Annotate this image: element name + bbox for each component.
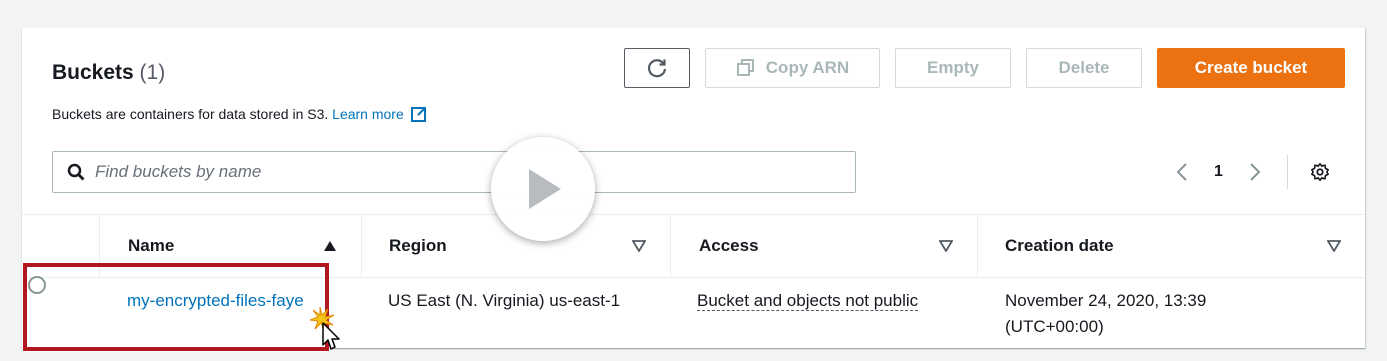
empty-button[interactable]: Empty — [895, 48, 1011, 88]
refresh-icon — [647, 59, 667, 78]
column-region-label: Region — [389, 236, 447, 255]
header-description: Buckets are containers for data stored i… — [52, 105, 428, 123]
learn-more-label: Learn more — [332, 106, 404, 122]
sort-ascending-icon — [324, 241, 336, 251]
search-box — [52, 151, 856, 193]
title-text: Buckets — [52, 61, 134, 84]
copy-icon — [736, 59, 754, 76]
empty-label: Empty — [927, 58, 979, 77]
bucket-count: (1) — [139, 61, 166, 84]
copy-arn-button[interactable]: Copy ARN — [705, 48, 880, 88]
highlight-box — [23, 263, 329, 351]
play-button[interactable] — [491, 137, 595, 241]
description-text: Buckets are containers for data stored i… — [52, 106, 329, 122]
delete-label: Delete — [1058, 58, 1110, 77]
access-text: Bucket and objects not public — [697, 291, 919, 311]
learn-more-link[interactable]: Learn more — [332, 106, 428, 122]
sort-down-icon — [1327, 240, 1341, 252]
copy-arn-label: Copy ARN — [765, 58, 850, 77]
current-page[interactable]: 1 — [1214, 163, 1223, 181]
external-link-icon — [410, 107, 426, 122]
search-input[interactable] — [95, 153, 855, 191]
search-icon — [67, 163, 85, 181]
create-bucket-button[interactable]: Create bucket — [1157, 48, 1345, 88]
sort-down-icon — [632, 240, 646, 252]
column-access-label: Access — [699, 236, 759, 255]
chevron-left-icon — [1176, 163, 1187, 181]
delete-button[interactable]: Delete — [1026, 48, 1142, 88]
refresh-button[interactable] — [624, 48, 690, 88]
bucket-creation-date: November 24, 2020, 13:39 (UTC+00:00) — [1005, 291, 1207, 336]
next-page-button[interactable] — [1245, 160, 1265, 184]
pagination: 1 — [1172, 155, 1330, 189]
column-header-access[interactable]: Access — [670, 215, 977, 277]
chevron-right-icon — [1250, 163, 1261, 181]
column-header-creation-date[interactable]: Creation date — [977, 215, 1365, 277]
settings-button[interactable] — [1310, 160, 1330, 184]
bucket-region: US East (N. Virginia) us-east-1 — [388, 291, 621, 310]
column-name-label: Name — [128, 236, 175, 255]
create-bucket-label: Create bucket — [1194, 58, 1308, 77]
column-date-label: Creation date — [1005, 236, 1114, 255]
click-burst-cursor-icon — [310, 306, 340, 350]
pager-divider — [1286, 155, 1288, 189]
sort-down-icon — [939, 240, 953, 252]
bucket-access: Bucket and objects not public — [697, 288, 957, 314]
gear-icon — [1310, 163, 1329, 181]
page-title: Buckets (1) — [52, 61, 165, 85]
previous-page-button[interactable] — [1172, 160, 1192, 184]
play-icon — [529, 169, 561, 209]
